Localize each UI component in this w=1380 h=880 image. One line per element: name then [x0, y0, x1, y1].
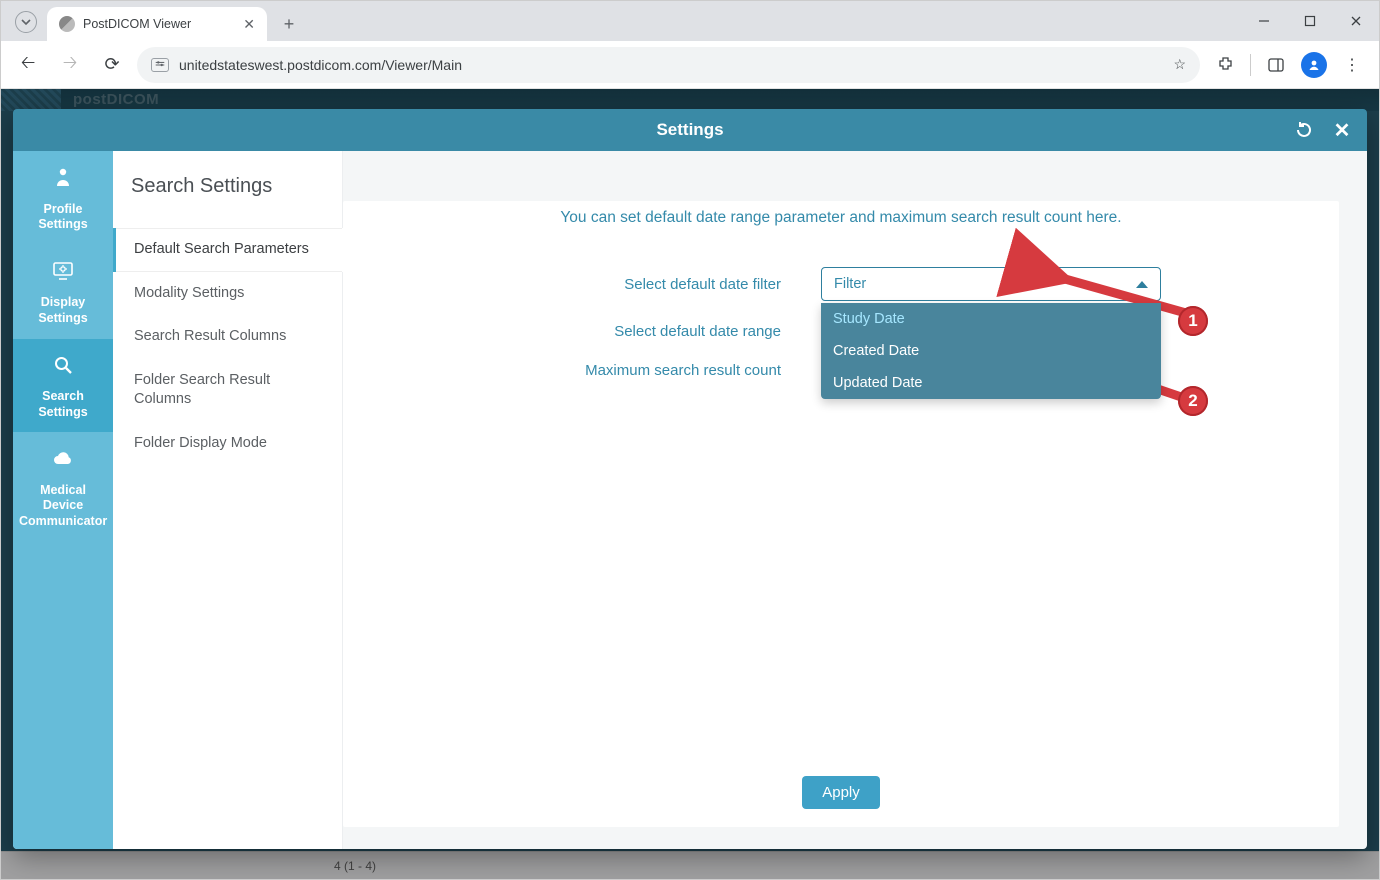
section-item-folder-columns[interactable]: Folder Search Result Columns	[113, 359, 342, 422]
section-title: Search Settings	[113, 151, 342, 228]
annotation-marker-2: 2	[1178, 386, 1208, 416]
section-list: Default Search Parameters Modality Setti…	[113, 228, 342, 465]
toolbar-divider	[1250, 54, 1251, 76]
nav-forward-button[interactable]: 🡢	[53, 48, 87, 82]
tabs-dropdown-button[interactable]	[15, 11, 37, 33]
nav-reload-button[interactable]: ⟳	[95, 48, 129, 82]
section-item-default-params[interactable]: Default Search Parameters	[113, 228, 342, 272]
extensions-icon[interactable]	[1208, 48, 1242, 82]
row-date-filter: Select default date filter Filter Study …	[521, 267, 1161, 301]
browser-toolbar: 🡠 🡢 ⟳ unitedstateswest.postdicom.com/Vie…	[1, 41, 1379, 89]
select-date-filter-dropdown: Study Date Created Date Updated Date	[821, 303, 1161, 399]
cloud-icon	[19, 446, 107, 477]
browser-tab[interactable]: PostDICOM Viewer ✕	[47, 7, 267, 41]
modal-header: Settings ✕	[13, 109, 1367, 151]
sidebar-item-device[interactable]: Medical Device Communicator	[13, 432, 113, 541]
url-text: unitedstateswest.postdicom.com/Viewer/Ma…	[179, 57, 462, 73]
option-updated-date[interactable]: Updated Date	[821, 367, 1161, 399]
person-icon	[19, 165, 107, 196]
window-minimize-button[interactable]	[1241, 1, 1287, 41]
modal-title: Settings	[656, 120, 723, 140]
sidebar-label: Profile Settings	[38, 202, 87, 232]
browser-menu-button[interactable]: ⋮	[1335, 48, 1369, 82]
modal-refresh-button[interactable]	[1283, 109, 1325, 151]
sidebar-item-display[interactable]: Display Settings	[13, 245, 113, 339]
address-bar[interactable]: unitedstateswest.postdicom.com/Viewer/Ma…	[137, 47, 1200, 83]
option-study-date[interactable]: Study Date	[821, 303, 1161, 335]
settings-description: You can set default date range parameter…	[343, 201, 1339, 267]
new-tab-button[interactable]: +	[275, 10, 303, 38]
select-date-filter: Filter Study Date Created Date Updated D…	[821, 267, 1161, 301]
apply-button[interactable]: Apply	[802, 776, 880, 809]
browser-window: PostDICOM Viewer ✕ + 🡠 🡢 ⟳ unitedstatesw…	[0, 0, 1380, 880]
search-icon	[19, 353, 107, 384]
modal-close-button[interactable]: ✕	[1321, 109, 1363, 151]
bookmark-star-icon[interactable]: ☆	[1173, 56, 1186, 73]
page-viewport: postDICOM 4 (1 - 4) Settings ✕ Profile S…	[1, 89, 1379, 879]
settings-main-panel: You can set default date range parameter…	[343, 201, 1339, 827]
tab-close-icon[interactable]: ✕	[243, 16, 255, 33]
label-date-filter: Select default date filter	[521, 276, 781, 293]
section-item-result-columns[interactable]: Search Result Columns	[113, 315, 342, 359]
sidebar-item-profile[interactable]: Profile Settings	[13, 151, 113, 245]
monitor-icon	[19, 259, 107, 290]
settings-modal: Settings ✕ Profile Settings Display Sett…	[13, 109, 1367, 849]
label-date-range: Select default date range	[521, 323, 781, 340]
label-max-count: Maximum search result count	[521, 362, 781, 379]
profile-avatar[interactable]	[1297, 48, 1331, 82]
window-maximize-button[interactable]	[1287, 1, 1333, 41]
section-item-modality[interactable]: Modality Settings	[113, 272, 342, 316]
settings-sidebar: Profile Settings Display Settings Search…	[13, 151, 113, 849]
sidebar-label: Display Settings	[38, 295, 87, 325]
site-settings-icon[interactable]	[151, 58, 169, 72]
window-close-button[interactable]	[1333, 1, 1379, 41]
browser-tab-strip: PostDICOM Viewer ✕ +	[1, 1, 1379, 41]
option-created-date[interactable]: Created Date	[821, 335, 1161, 367]
side-panel-icon[interactable]	[1259, 48, 1293, 82]
window-controls	[1241, 1, 1379, 41]
sidebar-label: Medical Device Communicator	[19, 483, 107, 528]
nav-back-button[interactable]: 🡠	[11, 48, 45, 82]
annotation-marker-1: 1	[1178, 306, 1208, 336]
form-area: Select default date filter Filter Study …	[521, 267, 1161, 379]
sidebar-item-search[interactable]: Search Settings	[13, 339, 113, 433]
select-value: Filter	[834, 276, 866, 292]
favicon	[59, 16, 75, 32]
sidebar-label: Search Settings	[38, 389, 87, 419]
modal-body: Profile Settings Display Settings Search…	[13, 151, 1367, 849]
section-item-folder-display[interactable]: Folder Display Mode	[113, 422, 342, 466]
tab-title: PostDICOM Viewer	[83, 17, 191, 31]
chevron-up-icon	[1136, 281, 1148, 288]
select-date-filter-field[interactable]: Filter	[821, 267, 1161, 301]
section-column: Search Settings Default Search Parameter…	[113, 151, 343, 849]
